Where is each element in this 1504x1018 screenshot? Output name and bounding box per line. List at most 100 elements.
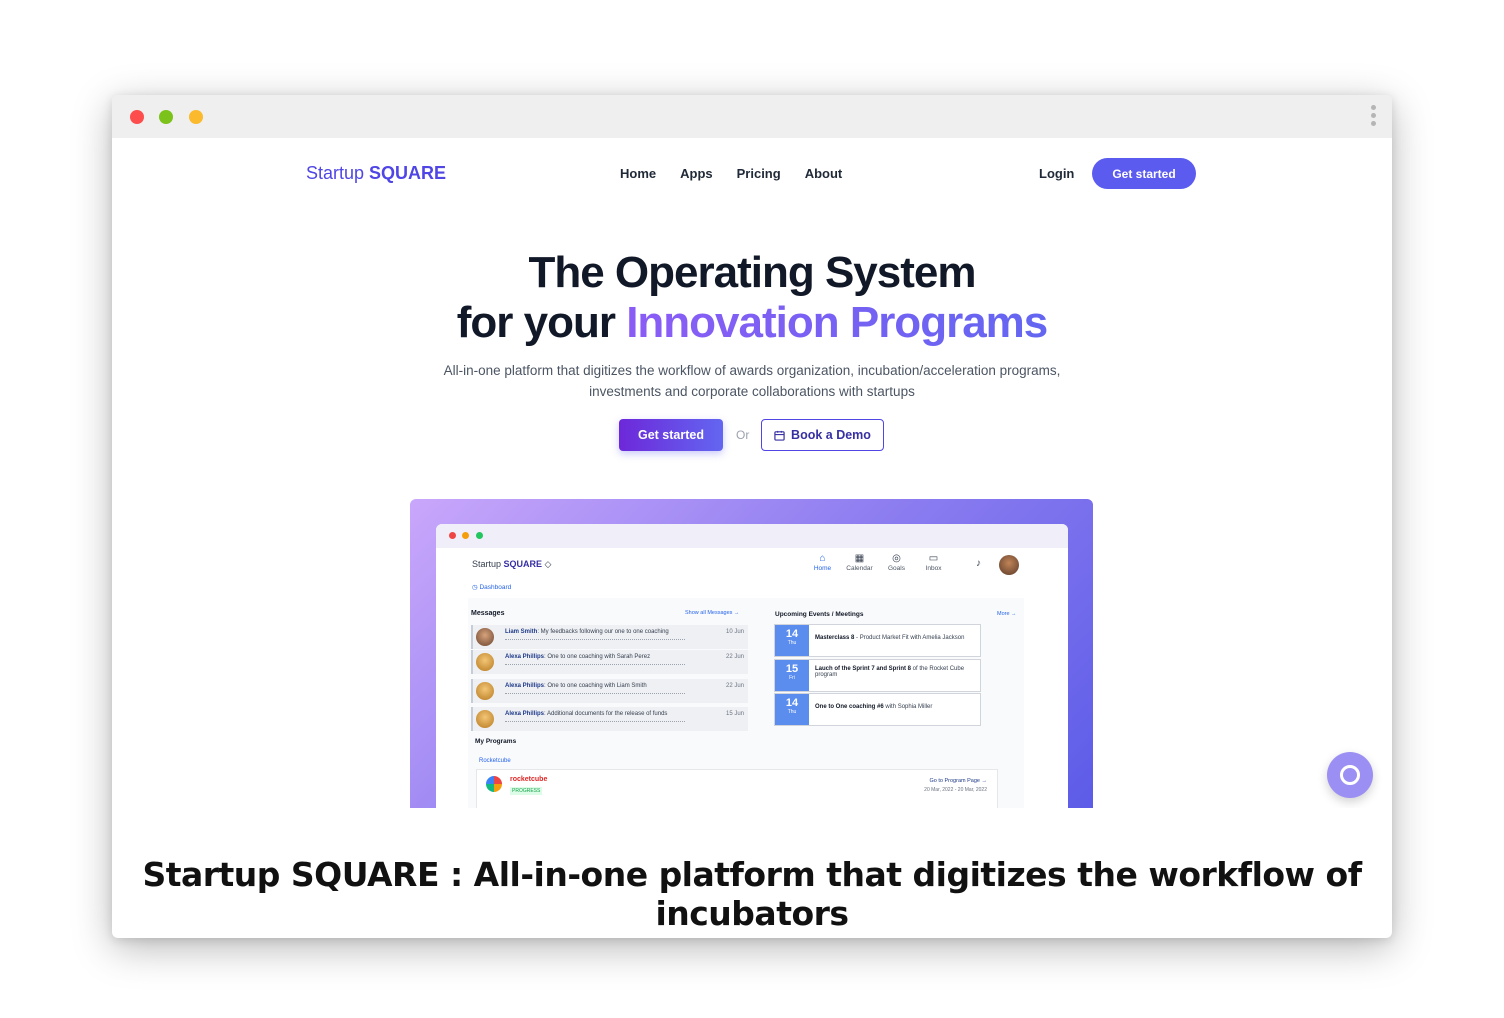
program-name: rocketcube: [510, 776, 548, 783]
chat-widget-button[interactable]: [1327, 752, 1373, 798]
preview-nav: ⌂ Home ▦ Calendar ◎ Goals ▭ Inbox: [804, 553, 952, 572]
rocketcube-logo-icon: [486, 776, 502, 792]
message-tags: [505, 721, 685, 724]
events-more-link: More →: [997, 611, 1017, 617]
message-text: Alexa Phillips: Additional documents for…: [505, 711, 667, 717]
program-status-badge: PROGRESS: [510, 787, 543, 795]
message-tags: [505, 664, 685, 667]
message-body: : Additional documents for the release o…: [544, 711, 668, 717]
landing-page: Startup SQUARE Home Apps Pricing About L…: [112, 138, 1392, 808]
bell-icon: ♪: [976, 558, 981, 569]
hero-cta-row: Get started Or Book a Demo: [112, 419, 1392, 451]
or-separator: Or: [736, 428, 750, 442]
event-weekday: Thu: [787, 640, 797, 646]
event-text: Masterclass 8 - Product Market Fit with …: [815, 635, 975, 641]
nav-apps[interactable]: Apps: [680, 166, 713, 181]
event-day: 15: [785, 663, 799, 675]
event-item: 14 Thu Masterclass 8 - Product Market Fit …: [774, 624, 981, 657]
message-item: Alexa Phillips: One to one coaching with…: [471, 679, 748, 703]
avatar: [476, 682, 494, 700]
event-detail: with Sophia Miller: [883, 704, 933, 710]
preview-nav-calendar-label: Calendar: [846, 565, 873, 572]
preview-nav-inbox: ▭ Inbox: [915, 553, 952, 572]
avatar: [476, 653, 494, 671]
show-messages-link: Show all Messages →: [685, 610, 740, 616]
hero-title: The Operating System for your Innovation…: [112, 248, 1392, 348]
preview-logo-bold: SQUARE: [503, 559, 543, 569]
message-item: Alexa Phillips: One to one coaching with…: [471, 650, 748, 674]
nav-about[interactable]: About: [805, 166, 843, 181]
message-text: Alexa Phillips: One to one coaching with…: [505, 683, 647, 689]
message-date: 22 Jun: [725, 683, 744, 689]
minimize-window-dot[interactable]: [189, 110, 203, 124]
preview-nav-home: ⌂ Home: [804, 553, 841, 572]
site-logo[interactable]: Startup SQUARE: [306, 163, 446, 184]
preview-avatar: [999, 555, 1019, 575]
message-date: 10 Jun: [725, 629, 744, 635]
event-day: 14: [785, 628, 799, 640]
message-tags: [505, 639, 685, 642]
message-date: 22 Jun: [725, 654, 744, 660]
avatar: [476, 710, 494, 728]
event-text: One to One coaching #6 with Sophia Mille…: [815, 704, 975, 710]
product-preview-window: Startup SQUARE ◇ ⌂ Home ▦ Calendar ◎ Goals …: [436, 524, 1068, 808]
preview-nav-goals-label: Goals: [888, 565, 905, 572]
main-nav: Home Apps Pricing About: [620, 166, 866, 181]
logo-text: Startup: [306, 163, 370, 183]
preview-minimize-dot: [462, 532, 469, 539]
chat-bubble-icon: [1340, 765, 1360, 785]
message-body: : My feedbacks following our one to one …: [537, 629, 669, 635]
preview-breadcrumb-label: Dashboard: [479, 584, 512, 591]
preview-maximize-dot: [476, 532, 483, 539]
message-sender: Alexa Phillips: [505, 683, 545, 689]
message-sender: Liam Smith: [505, 629, 538, 635]
program-dates: 20 Mar, 2022 - 20 Mar, 2022: [924, 787, 987, 793]
event-date: 14 Thu: [775, 694, 809, 725]
inbox-icon: ▭: [928, 553, 939, 564]
message-text: Alexa Phillips: One to one coaching with…: [505, 654, 650, 660]
avatar: [476, 628, 494, 646]
event-weekday: Fri: [789, 675, 795, 681]
events-title: Upcoming Events / Meetings: [775, 611, 864, 618]
maximize-window-dot[interactable]: [159, 110, 173, 124]
nav-home[interactable]: Home: [620, 166, 656, 181]
message-tags: [505, 693, 685, 696]
more-options-icon[interactable]: [1370, 105, 1378, 129]
event-weekday: Thu: [787, 709, 797, 715]
hero-title-line1: The Operating System: [528, 248, 976, 297]
programs-title: My Programs: [475, 738, 517, 745]
hero-title-accent: Innovation Programs: [626, 298, 1048, 347]
event-date: 15 Fri: [775, 660, 809, 691]
event-item: 15 Fri Lauch of the Sprint 7 and Sprint 8 …: [774, 659, 981, 692]
nav-get-started-button[interactable]: Get started: [1092, 158, 1196, 189]
event-title: Masterclass 8: [815, 635, 855, 641]
book-demo-label: Book a Demo: [791, 428, 871, 442]
event-text: Lauch of the Sprint 7 and Sprint 8 of th…: [815, 666, 975, 678]
message-sender: Alexa Phillips: [505, 711, 545, 717]
preview-close-dot: [449, 532, 456, 539]
event-title: One to One coaching #6: [815, 704, 884, 710]
browser-titlebar: [112, 95, 1392, 138]
preview-nav-calendar: ▦ Calendar: [841, 553, 878, 572]
preview-nav-home-label: Home: [813, 565, 832, 572]
message-body: : One to one coaching with Sarah Perez: [544, 654, 651, 660]
program-card: rocketcube PROGRESS Go to Program Page →…: [476, 769, 998, 808]
hero-get-started-button[interactable]: Get started: [619, 419, 723, 451]
preview-app: Startup SQUARE ◇ ⌂ Home ▦ Calendar ◎ Goals …: [436, 548, 1068, 808]
book-demo-button[interactable]: Book a Demo: [761, 419, 884, 451]
preview-titlebar: [436, 524, 1068, 548]
login-link[interactable]: Login: [1039, 166, 1074, 181]
close-window-dot[interactable]: [130, 110, 144, 124]
program-tab: Rocketcube: [479, 758, 511, 764]
event-date: 14 Thu: [775, 625, 809, 656]
preview-logo-text: Startup: [472, 559, 504, 569]
messages-title: Messages: [471, 610, 505, 617]
home-icon: ⌂: [819, 553, 826, 564]
event-detail: - Product Market Fit with Amelia Jackson: [854, 635, 965, 641]
nav-pricing[interactable]: Pricing: [737, 166, 781, 181]
event-day: 14: [785, 697, 799, 709]
message-item: Liam Smith: My feedbacks following our o…: [471, 625, 748, 649]
target-icon: ◎: [892, 553, 901, 564]
message-item: Alexa Phillips: Additional documents for…: [471, 707, 748, 731]
program-page-link: Go to Program Page →: [929, 778, 987, 784]
